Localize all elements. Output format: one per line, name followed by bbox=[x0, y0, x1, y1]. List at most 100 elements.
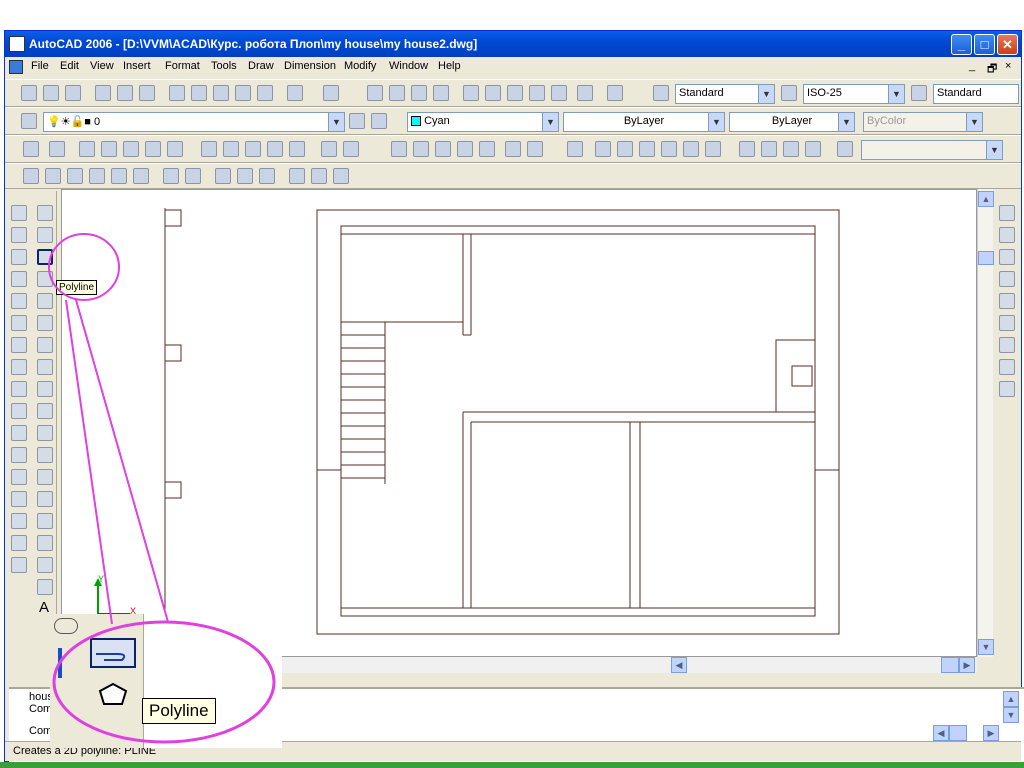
layer-select[interactable]: 💡☀🔓■ 0 ▼ bbox=[43, 112, 345, 132]
zoom-in-icon[interactable] bbox=[999, 227, 1015, 243]
minimize-button[interactable]: _ bbox=[951, 34, 972, 55]
autocad-app-icon[interactable] bbox=[9, 36, 25, 52]
materials-library-icon[interactable] bbox=[145, 141, 161, 157]
landscape-library-icon[interactable] bbox=[289, 141, 305, 157]
color-select[interactable]: Cyan ▼ bbox=[407, 112, 559, 132]
front-clip-icon[interactable] bbox=[999, 381, 1015, 397]
menu-modify[interactable]: Modify bbox=[344, 60, 376, 72]
zoom-window-icon[interactable] bbox=[411, 85, 427, 101]
break-icon[interactable] bbox=[11, 469, 27, 485]
background-icon[interactable] bbox=[201, 141, 217, 157]
fillet-icon[interactable] bbox=[11, 535, 27, 551]
menu-edit[interactable]: Edit bbox=[60, 60, 79, 72]
block-editor-icon[interactable] bbox=[257, 85, 273, 101]
render-preferences-icon[interactable] bbox=[321, 141, 337, 157]
2d-wireframe-icon[interactable] bbox=[391, 141, 407, 157]
section-icon[interactable] bbox=[237, 168, 253, 184]
stretch-icon[interactable] bbox=[11, 381, 27, 397]
setup-view-icon[interactable] bbox=[311, 168, 327, 184]
save-icon[interactable] bbox=[65, 85, 81, 101]
circle-icon[interactable] bbox=[37, 337, 53, 353]
cmd-hscroll-thumb[interactable] bbox=[949, 725, 967, 741]
scroll-down-button[interactable]: ▼ bbox=[978, 639, 994, 655]
make-current-layer-icon[interactable] bbox=[349, 113, 365, 129]
title-bar[interactable]: AutoCAD 2006 - [D:\VVM\ACAD\Курс. робота… bbox=[5, 31, 1021, 57]
plot-preview-icon[interactable] bbox=[117, 85, 133, 101]
document-icon[interactable] bbox=[9, 60, 23, 74]
clip-icon[interactable] bbox=[999, 337, 1015, 353]
camera-view-icon[interactable] bbox=[999, 271, 1015, 287]
ellipse-arc-icon[interactable] bbox=[37, 425, 53, 441]
render-icon[interactable] bbox=[49, 141, 65, 157]
redo-icon[interactable] bbox=[323, 85, 339, 101]
close-button[interactable]: ✕ bbox=[997, 34, 1018, 55]
mirror-icon[interactable] bbox=[11, 249, 27, 265]
text-style-select[interactable]: Standard ▼ bbox=[675, 84, 775, 104]
landscape-new-icon[interactable] bbox=[245, 141, 261, 157]
rotate-icon[interactable] bbox=[11, 337, 27, 353]
pan-icon[interactable] bbox=[367, 85, 383, 101]
scroll-left-button[interactable]: ◀ bbox=[671, 657, 687, 673]
hscroll-thumb[interactable] bbox=[941, 657, 959, 673]
erase-icon[interactable] bbox=[11, 205, 27, 221]
back-view-icon[interactable] bbox=[705, 141, 721, 157]
lights-icon[interactable] bbox=[101, 141, 117, 157]
copy-icon[interactable] bbox=[191, 85, 207, 101]
paste-icon[interactable] bbox=[213, 85, 229, 101]
pan-realtime-icon[interactable] bbox=[999, 205, 1015, 221]
gouraud-edges-icon[interactable] bbox=[527, 141, 543, 157]
help-icon[interactable] bbox=[607, 85, 623, 101]
menu-dimension[interactable]: Dimension bbox=[284, 60, 336, 72]
layer-previous-icon[interactable] bbox=[371, 113, 387, 129]
construction-line-icon[interactable] bbox=[37, 227, 53, 243]
plot-icon[interactable] bbox=[95, 85, 111, 101]
maximize-button[interactable]: □ bbox=[974, 34, 995, 55]
rectangle-icon[interactable] bbox=[37, 293, 53, 309]
extrude-icon[interactable] bbox=[163, 168, 179, 184]
hatch-icon[interactable] bbox=[37, 513, 53, 529]
menu-help[interactable]: Help bbox=[438, 60, 461, 72]
fog-icon[interactable] bbox=[223, 141, 239, 157]
text-style-icon[interactable] bbox=[653, 85, 669, 101]
insert-block-icon[interactable] bbox=[37, 447, 53, 463]
zoom-previous-icon[interactable] bbox=[433, 85, 449, 101]
point-icon[interactable] bbox=[37, 491, 53, 507]
spline-icon[interactable] bbox=[37, 381, 53, 397]
layer-manager-icon[interactable] bbox=[21, 113, 37, 129]
ne-iso-view-icon[interactable] bbox=[783, 141, 799, 157]
wedge-icon[interactable] bbox=[111, 168, 127, 184]
explode-icon[interactable] bbox=[11, 557, 27, 573]
dim-style-icon[interactable] bbox=[781, 85, 797, 101]
sphere-icon[interactable] bbox=[45, 168, 61, 184]
plotstyle-select[interactable]: ByColor ▼ bbox=[863, 112, 983, 132]
drawing-area[interactable] bbox=[61, 189, 977, 657]
multiline-text-icon[interactable]: A bbox=[39, 599, 49, 616]
copy-object-icon[interactable] bbox=[11, 227, 27, 243]
array-icon[interactable] bbox=[11, 293, 27, 309]
hidden-icon[interactable] bbox=[435, 141, 451, 157]
new-icon[interactable] bbox=[21, 85, 37, 101]
offset-icon[interactable] bbox=[11, 271, 27, 287]
gouraud-shaded-icon[interactable] bbox=[479, 141, 495, 157]
setup-drawing-icon[interactable] bbox=[289, 168, 305, 184]
cut-icon[interactable] bbox=[169, 85, 185, 101]
menu-window[interactable]: Window bbox=[389, 60, 428, 72]
menu-tools[interactable]: Tools bbox=[211, 60, 237, 72]
scroll-right-button[interactable]: ▶ bbox=[959, 657, 975, 673]
scenes-icon[interactable] bbox=[79, 141, 95, 157]
region-icon[interactable] bbox=[37, 557, 53, 573]
join-icon[interactable] bbox=[11, 491, 27, 507]
hide-icon[interactable] bbox=[23, 141, 39, 157]
box-icon[interactable] bbox=[23, 168, 39, 184]
dim-style-select[interactable]: ISO-25 ▼ bbox=[803, 84, 905, 104]
slice-icon[interactable] bbox=[215, 168, 231, 184]
doc-minimize-button[interactable]: _ bbox=[969, 60, 975, 72]
front-view-icon[interactable] bbox=[683, 141, 699, 157]
cmd-scroll-left-button[interactable]: ◀ bbox=[933, 725, 949, 741]
scroll-thumb[interactable] bbox=[978, 251, 994, 265]
3d-wireframe-icon[interactable] bbox=[413, 141, 429, 157]
break-at-point-icon[interactable] bbox=[11, 447, 27, 463]
sw-iso-view-icon[interactable] bbox=[739, 141, 755, 157]
publish-icon[interactable] bbox=[139, 85, 155, 101]
lineweight-select[interactable]: ByLayer ▼ bbox=[729, 112, 855, 132]
